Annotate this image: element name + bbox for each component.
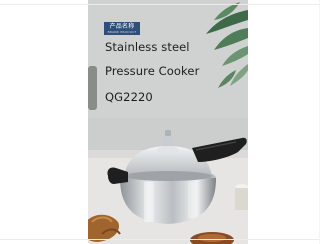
bottle-shape	[88, 66, 97, 110]
headline-line-1: Stainless steel	[105, 40, 190, 54]
right-blank-area	[248, 0, 319, 244]
headline-model-number: QG2220	[105, 90, 153, 104]
headline-line-2: Pressure Cooker	[105, 64, 200, 78]
brand-logo-badge: 产品名称 BRAND PRODUCT	[104, 22, 140, 35]
brand-badge-subtext: BRAND PRODUCT	[107, 30, 137, 34]
left-blank-area	[0, 0, 88, 244]
product-image-card[interactable]: 产品名称 BRAND PRODUCT Stainless steel Press…	[88, 0, 248, 244]
product-photo	[88, 0, 248, 244]
brand-badge-text: 产品名称	[109, 23, 135, 30]
